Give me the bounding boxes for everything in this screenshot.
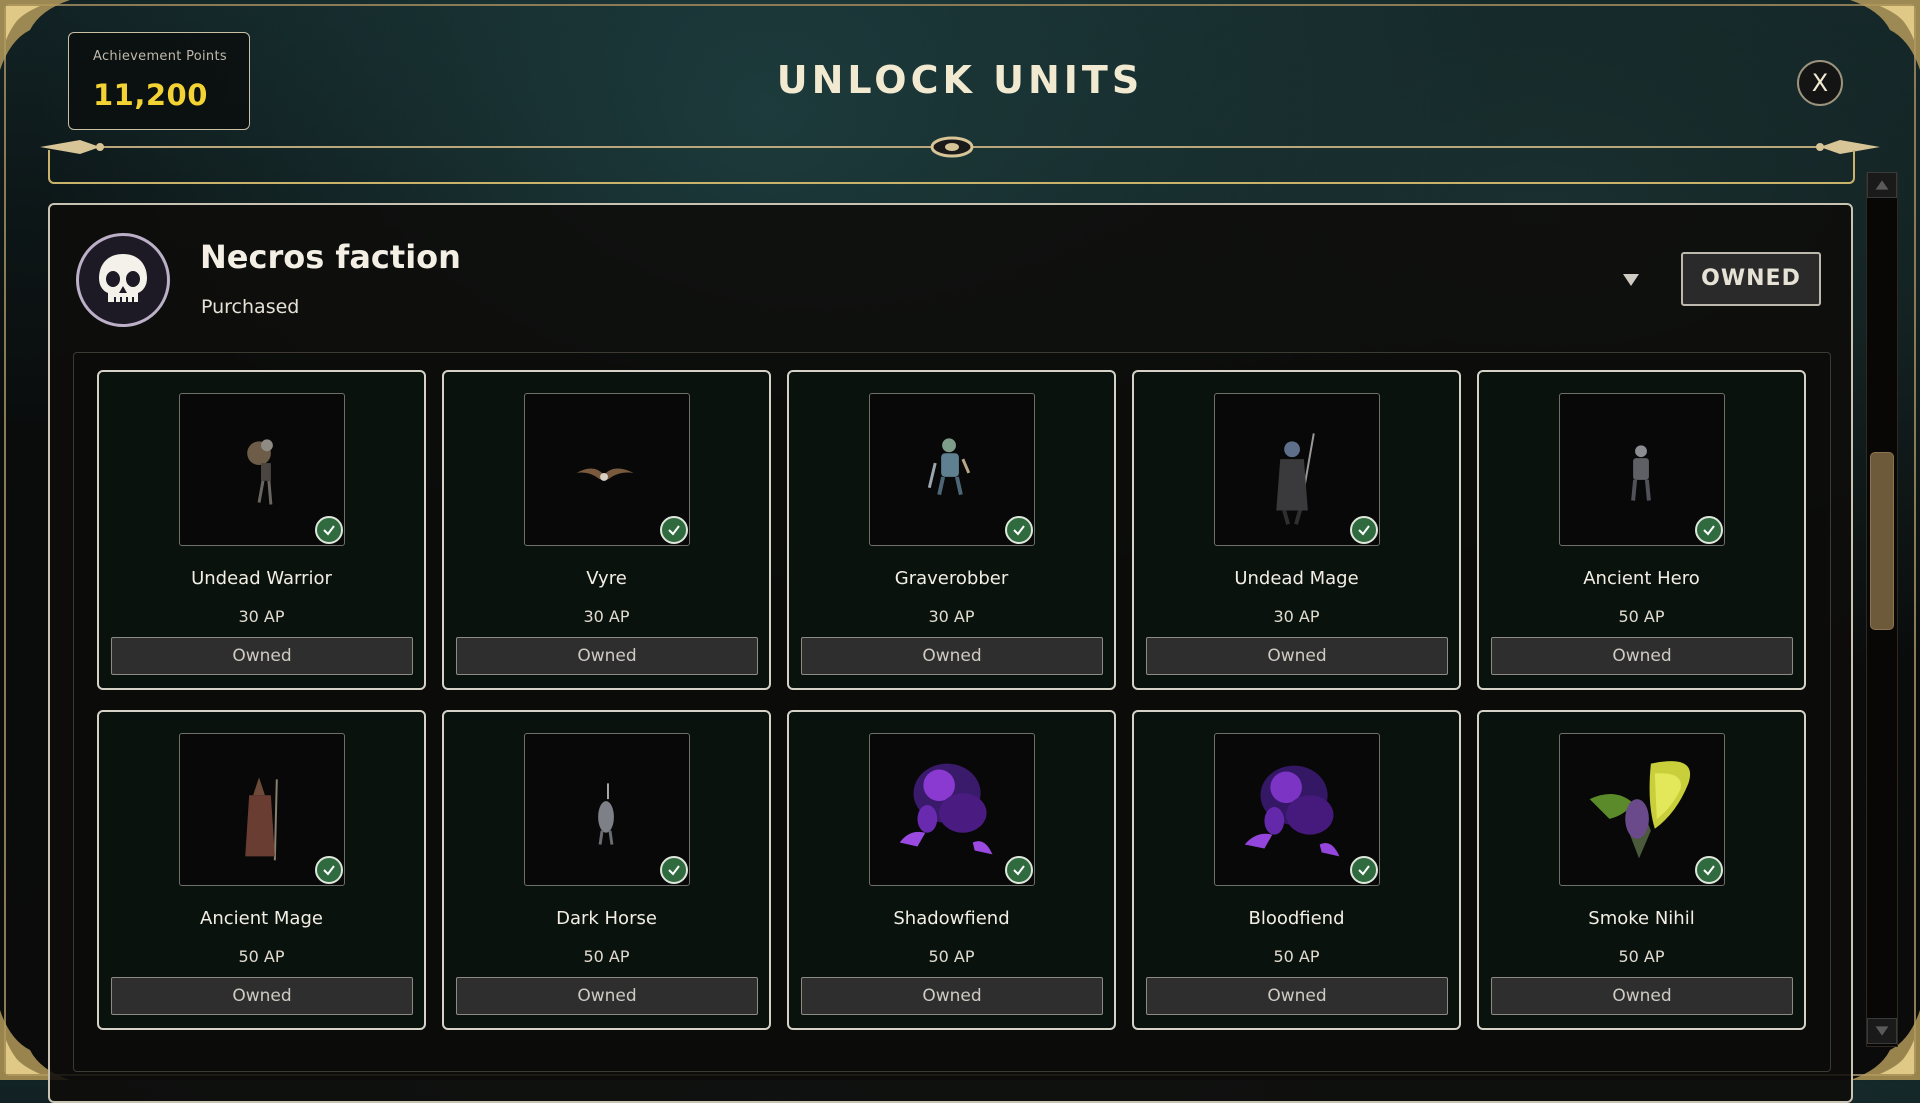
unit-card-vyre[interactable]: Vyre 30 AP Owned bbox=[442, 370, 771, 690]
unit-name: Vyre bbox=[586, 568, 627, 589]
unit-owned-button[interactable]: Owned bbox=[801, 977, 1103, 1015]
unit-portrait bbox=[869, 733, 1035, 886]
unit-portrait bbox=[524, 733, 690, 886]
unit-portrait bbox=[1559, 393, 1725, 546]
unit-name: Ancient Hero bbox=[1583, 568, 1700, 589]
unit-card-graverobber[interactable]: Graverobber 30 AP Owned bbox=[787, 370, 1116, 690]
unit-portrait bbox=[869, 393, 1035, 546]
close-button[interactable]: X bbox=[1797, 60, 1843, 106]
unit-name: Smoke Nihil bbox=[1588, 908, 1695, 929]
unit-portrait bbox=[524, 393, 690, 546]
owned-check-icon bbox=[315, 516, 343, 544]
unit-owned-button[interactable]: Owned bbox=[111, 637, 413, 675]
unit-portrait bbox=[1214, 733, 1380, 886]
owned-check-icon bbox=[660, 856, 688, 884]
unit-owned-button[interactable]: Owned bbox=[456, 637, 758, 675]
owned-check-icon bbox=[660, 516, 688, 544]
unit-cost: 50 AP bbox=[583, 947, 630, 966]
unit-name: Graverobber bbox=[894, 568, 1009, 589]
unit-card-undead-warrior[interactable]: Undead Warrior 30 AP Owned bbox=[97, 370, 426, 690]
unit-card-shadowfiend[interactable]: Shadowfiend 50 AP Owned bbox=[787, 710, 1116, 1030]
owned-check-icon bbox=[1350, 516, 1378, 544]
scroll-up-arrow-icon[interactable] bbox=[1867, 172, 1897, 198]
unit-owned-button[interactable]: Owned bbox=[456, 977, 758, 1015]
unit-name: Undead Mage bbox=[1234, 568, 1359, 589]
owned-check-icon bbox=[315, 856, 343, 884]
unit-cost: 30 AP bbox=[238, 607, 285, 626]
unit-name: Undead Warrior bbox=[191, 568, 332, 589]
unit-owned-button[interactable]: Owned bbox=[1491, 977, 1793, 1015]
collapsed-faction-frame bbox=[48, 150, 1855, 184]
unit-owned-button[interactable]: Owned bbox=[1491, 637, 1793, 675]
owned-check-icon bbox=[1005, 856, 1033, 884]
unit-cost: 50 AP bbox=[1618, 607, 1665, 626]
skull-icon bbox=[76, 233, 170, 327]
unit-name: Ancient Mage bbox=[200, 908, 323, 929]
unit-portrait bbox=[1214, 393, 1380, 546]
unit-cost: 30 AP bbox=[928, 607, 975, 626]
scroll-down-arrow-icon[interactable] bbox=[1867, 1018, 1897, 1044]
unit-card-bloodfiend[interactable]: Bloodfiend 50 AP Owned bbox=[1132, 710, 1461, 1030]
unit-card-ancient-mage[interactable]: Ancient Mage 50 AP Owned bbox=[97, 710, 426, 1030]
unit-owned-button[interactable]: Owned bbox=[801, 637, 1103, 675]
unit-portrait bbox=[1559, 733, 1725, 886]
unit-owned-button[interactable]: Owned bbox=[1146, 637, 1448, 675]
unit-owned-button[interactable]: Owned bbox=[1146, 977, 1448, 1015]
unit-card-dark-horse[interactable]: Dark Horse 50 AP Owned bbox=[442, 710, 771, 1030]
owned-check-icon bbox=[1005, 516, 1033, 544]
unit-cost: 30 AP bbox=[583, 607, 630, 626]
faction-name: Necros faction bbox=[200, 238, 461, 276]
owned-check-icon bbox=[1695, 516, 1723, 544]
unit-cost: 50 AP bbox=[1618, 947, 1665, 966]
owned-check-icon bbox=[1695, 856, 1723, 884]
unit-portrait bbox=[179, 393, 345, 546]
unit-card-smoke-nihil[interactable]: Smoke Nihil 50 AP Owned bbox=[1477, 710, 1806, 1030]
unit-owned-button[interactable]: Owned bbox=[111, 977, 413, 1015]
faction-status: Purchased bbox=[201, 296, 300, 318]
unit-name: Dark Horse bbox=[556, 908, 657, 929]
unit-card-undead-mage[interactable]: Undead Mage 30 AP Owned bbox=[1132, 370, 1461, 690]
unit-cost: 50 AP bbox=[1273, 947, 1320, 966]
chevron-down-icon[interactable] bbox=[1621, 272, 1641, 288]
scrollbar-thumb[interactable] bbox=[1870, 452, 1894, 630]
owned-check-icon bbox=[1350, 856, 1378, 884]
faction-owned-badge: OWNED bbox=[1681, 252, 1821, 306]
unit-name: Bloodfiend bbox=[1248, 908, 1345, 929]
unit-cost: 30 AP bbox=[1273, 607, 1320, 626]
unit-cost: 50 AP bbox=[928, 947, 975, 966]
unit-card-ancient-hero[interactable]: Ancient Hero 50 AP Owned bbox=[1477, 370, 1806, 690]
unit-cost: 50 AP bbox=[238, 947, 285, 966]
unit-name: Shadowfiend bbox=[893, 908, 1010, 929]
unit-portrait bbox=[179, 733, 345, 886]
page-title: UNLOCK UNITS bbox=[776, 58, 1144, 102]
